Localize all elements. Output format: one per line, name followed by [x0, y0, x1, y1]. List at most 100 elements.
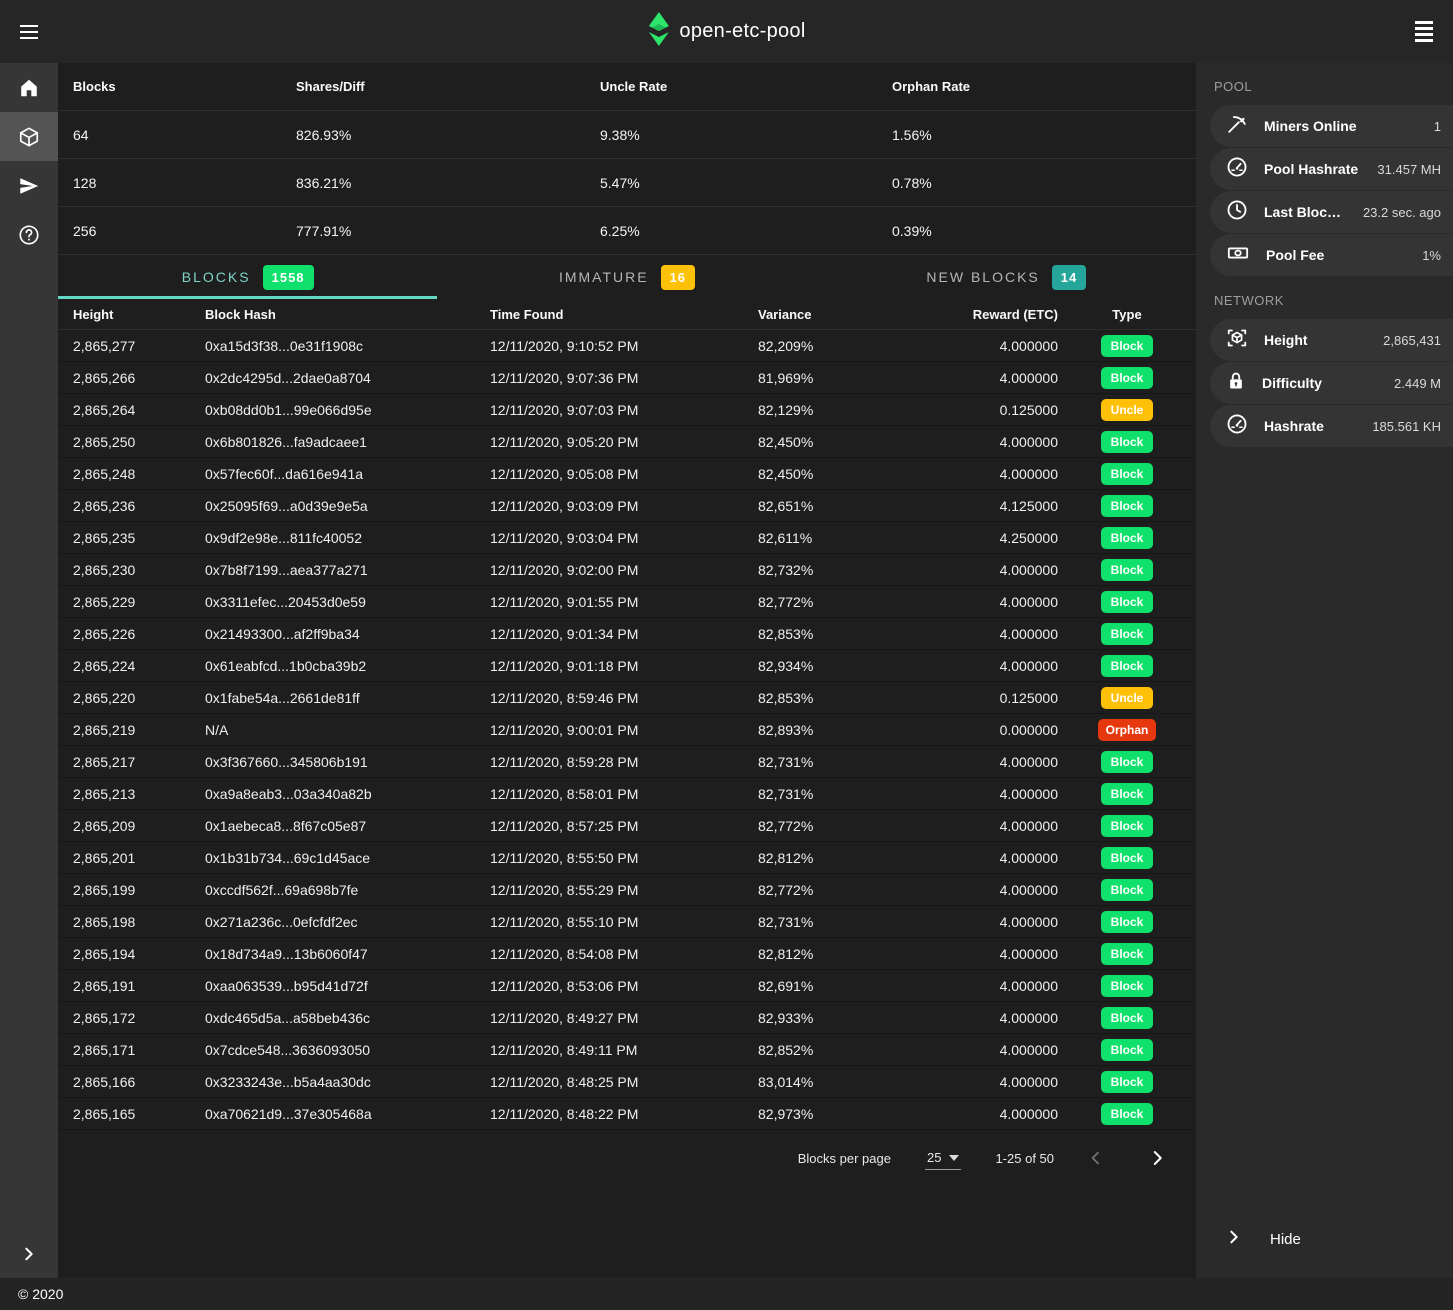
block-cell-hash: N/A — [205, 722, 490, 738]
banknote-icon — [1226, 242, 1250, 269]
left-menu-button[interactable] — [0, 0, 58, 63]
stats-row: 256777.91%6.25%0.39% — [58, 207, 1196, 255]
stats-header-cell: Shares/Diff — [296, 79, 600, 94]
block-cell-variance: 82,772% — [758, 882, 888, 898]
block-row[interactable]: 2,865,2090x1aebeca8...8f67c05e8712/11/20… — [58, 810, 1196, 842]
tab-new-blocks[interactable]: NEW BLOCKS14 — [817, 255, 1196, 299]
right-menu-button[interactable] — [1395, 0, 1453, 63]
blocks-header-cell: Variance — [758, 307, 888, 322]
stat-item-difficulty[interactable]: Difficulty2.449 M — [1210, 362, 1453, 404]
tab-label: NEW BLOCKS — [926, 269, 1039, 285]
left-nav-rail — [0, 63, 58, 1278]
block-row[interactable]: 2,865,1940x18d734a9...13b6060f4712/11/20… — [58, 938, 1196, 970]
nav-help-button[interactable] — [0, 210, 58, 259]
stats-cell: 0.39% — [892, 223, 1196, 239]
stat-item-value: 2,865,431 — [1383, 333, 1441, 348]
hide-sidebar-button[interactable]: Hide — [1210, 1216, 1453, 1262]
nav-payments-button[interactable] — [0, 161, 58, 210]
stats-cell: 64 — [73, 127, 296, 143]
blocks-table-header: HeightBlock HashTime FoundVarianceReward… — [58, 299, 1196, 330]
tab-blocks[interactable]: BLOCKS1558 — [58, 255, 437, 299]
block-row[interactable]: 2,865,2170x3f367660...345806b19112/11/20… — [58, 746, 1196, 778]
rail-expand-button[interactable] — [0, 1229, 58, 1278]
block-row[interactable]: 2,865,2770xa15d3f38...0e31f1908c12/11/20… — [58, 330, 1196, 362]
block-cell-height: 2,865,165 — [73, 1106, 205, 1122]
block-cell-height: 2,865,213 — [73, 786, 205, 802]
stat-item-miners-online[interactable]: Miners Online 1 — [1210, 105, 1453, 147]
stat-item-hashrate[interactable]: Hashrate185.561 KH — [1210, 405, 1453, 447]
stats-cell: 6.25% — [600, 223, 892, 239]
stat-item-value: 185.561 KH — [1372, 419, 1441, 434]
stats-cell: 836.21% — [296, 175, 600, 191]
block-row[interactable]: 2,865,219N/A12/11/2020, 9:00:01 PM82,893… — [58, 714, 1196, 746]
block-row[interactable]: 2,865,2130xa9a8eab3...03a340a82b12/11/20… — [58, 778, 1196, 810]
stat-item-value: 1 — [1434, 119, 1441, 134]
gauge-icon — [1226, 156, 1248, 183]
block-row[interactable]: 2,865,2300x7b8f7199...aea377a27112/11/20… — [58, 554, 1196, 586]
block-row[interactable]: 2,865,1650xa70621d9...37e305468a12/11/20… — [58, 1098, 1196, 1130]
block-cell-reward: 4.000000 — [888, 370, 1058, 386]
block-row[interactable]: 2,865,2260x21493300...af2ff9ba3412/11/20… — [58, 618, 1196, 650]
block-cell-height: 2,865,209 — [73, 818, 205, 834]
block-row[interactable]: 2,865,1720xdc465d5a...a58beb436c12/11/20… — [58, 1002, 1196, 1034]
block-cell-hash: 0xa9a8eab3...03a340a82b — [205, 786, 490, 802]
stat-item-label: Height — [1264, 332, 1308, 348]
block-row[interactable]: 2,865,2290x3311efec...20453d0e5912/11/20… — [58, 586, 1196, 618]
stat-item-label: Pool Fee — [1266, 247, 1324, 263]
block-row[interactable]: 2,865,2660x2dc4295d...2dae0a870412/11/20… — [58, 362, 1196, 394]
tab-label: BLOCKS — [182, 269, 251, 285]
block-cell-time: 12/11/2020, 9:01:34 PM — [490, 626, 758, 642]
block-row[interactable]: 2,865,2500x6b801826...fa9adcaee112/11/20… — [58, 426, 1196, 458]
block-row[interactable]: 2,865,2200x1fabe54a...2661de81ff12/11/20… — [58, 682, 1196, 714]
chevron-right-icon — [1226, 1229, 1242, 1250]
block-row[interactable]: 2,865,2360x25095f69...a0d39e9e5a12/11/20… — [58, 490, 1196, 522]
block-row[interactable]: 2,865,2010x1b31b734...69c1d45ace12/11/20… — [58, 842, 1196, 874]
block-type-chip: Block — [1101, 1007, 1153, 1029]
stat-item-height[interactable]: Height 2,865,431 — [1210, 319, 1453, 361]
pagination-bar: Blocks per page 25 1-25 of 50 — [58, 1130, 1196, 1186]
block-cell-reward: 4.125000 — [888, 498, 1058, 514]
block-cell-reward: 4.000000 — [888, 626, 1058, 642]
block-row[interactable]: 2,865,1980x271a236c...0efcfdf2ec12/11/20… — [58, 906, 1196, 938]
block-row[interactable]: 2,865,1710x7cdce548...363609305012/11/20… — [58, 1034, 1196, 1066]
nav-home-button[interactable] — [0, 63, 58, 112]
tab-immature[interactable]: IMMATURE16 — [437, 255, 816, 299]
block-cell-time: 12/11/2020, 8:48:22 PM — [490, 1106, 758, 1122]
block-cell-reward: 4.250000 — [888, 530, 1058, 546]
block-cell-time: 12/11/2020, 9:10:52 PM — [490, 338, 758, 354]
block-cell-reward: 4.000000 — [888, 562, 1058, 578]
nav-blocks-button[interactable] — [0, 112, 58, 161]
page-size-select[interactable]: 25 — [925, 1146, 961, 1170]
block-cell-time: 12/11/2020, 8:48:25 PM — [490, 1074, 758, 1090]
block-cell-reward: 4.000000 — [888, 882, 1058, 898]
block-cell-reward: 4.000000 — [888, 914, 1058, 930]
block-cell-reward: 4.000000 — [888, 978, 1058, 994]
block-type-chip: Block — [1101, 623, 1153, 645]
block-row[interactable]: 2,865,1990xccdf562f...69a698b7fe12/11/20… — [58, 874, 1196, 906]
block-cell-height: 2,865,224 — [73, 658, 205, 674]
next-page-button[interactable] — [1148, 1149, 1166, 1167]
block-row[interactable]: 2,865,2640xb08dd0b1...99e066d95e12/11/20… — [58, 394, 1196, 426]
stat-item-label: Miners Online — [1264, 118, 1357, 134]
block-row[interactable]: 2,865,2480x57fec60f...da616e941a12/11/20… — [58, 458, 1196, 490]
block-cell-time: 12/11/2020, 9:01:55 PM — [490, 594, 758, 610]
block-type-chip: Block — [1101, 463, 1153, 485]
block-row[interactable]: 2,865,2240x61eabfcd...1b0cba39b212/11/20… — [58, 650, 1196, 682]
stat-item-last-block-fo[interactable]: Last Block Fo…23.2 sec. ago — [1210, 191, 1453, 233]
block-cell-time: 12/11/2020, 9:03:09 PM — [490, 498, 758, 514]
stat-item-pool-hashrate[interactable]: Pool Hashrate31.457 MH — [1210, 148, 1453, 190]
block-cell-variance: 82,129% — [758, 402, 888, 418]
block-row[interactable]: 2,865,2350x9df2e98e...811fc4005212/11/20… — [58, 522, 1196, 554]
chevron-right-icon — [21, 1246, 37, 1262]
block-row[interactable]: 2,865,1660x3233243e...b5a4aa30dc12/11/20… — [58, 1066, 1196, 1098]
stat-item-pool-fee[interactable]: Pool Fee1% — [1210, 234, 1453, 276]
block-cell-reward: 4.000000 — [888, 1074, 1058, 1090]
network-section-heading: NETWORK — [1196, 277, 1453, 318]
stats-cell: 9.38% — [600, 127, 892, 143]
block-cell-height: 2,865,277 — [73, 338, 205, 354]
block-cell-variance: 82,450% — [758, 434, 888, 450]
block-row[interactable]: 2,865,1910xaa063539...b95d41d72f12/11/20… — [58, 970, 1196, 1002]
prev-page-button[interactable] — [1088, 1150, 1104, 1166]
gauge-icon — [1226, 413, 1248, 440]
block-cell-height: 2,865,166 — [73, 1074, 205, 1090]
